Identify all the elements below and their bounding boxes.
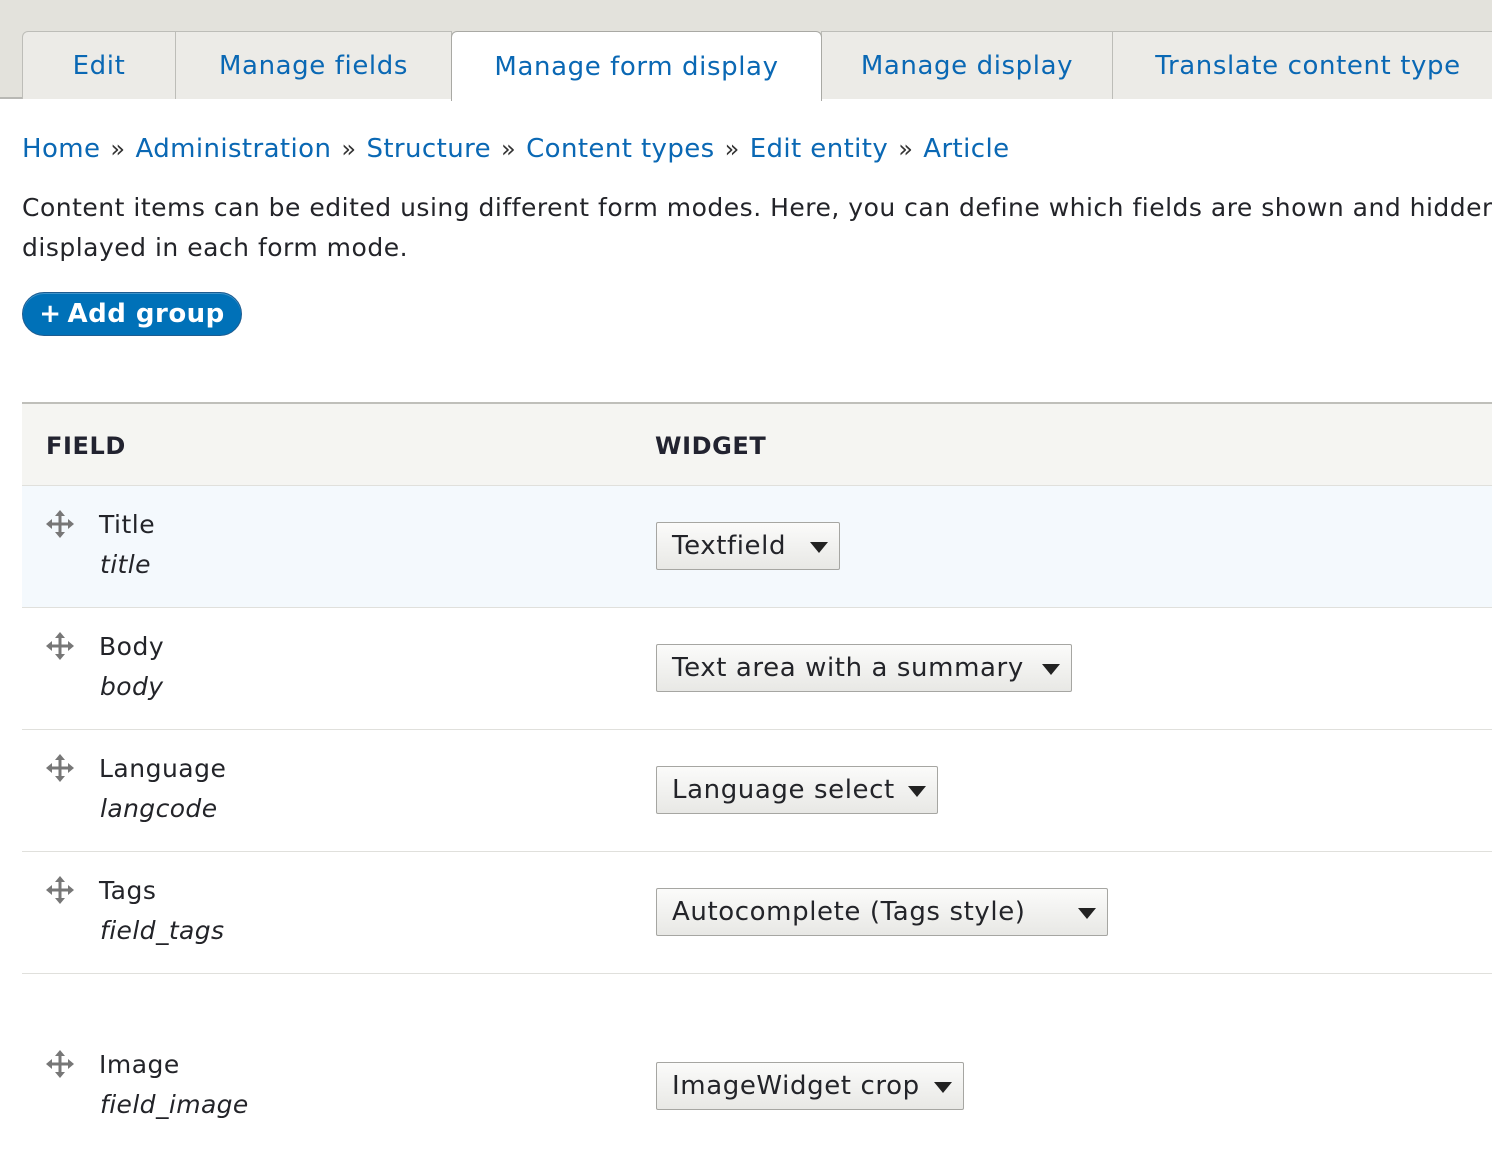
table-row: Body body Text area with a summary [22, 608, 1492, 730]
caret-down-icon [810, 542, 828, 553]
widget-select-value: Language select [672, 775, 895, 805]
drag-handle-icon[interactable] [46, 754, 74, 782]
field-display-table: FIELD WIDGET Title title Textfield Body … [22, 402, 1492, 1164]
drag-handle-icon[interactable] [46, 510, 74, 538]
breadcrumb-edit-entity[interactable]: Edit entity [750, 134, 889, 164]
breadcrumb-article[interactable]: Article [923, 134, 1009, 164]
drag-handle-icon[interactable] [46, 876, 74, 904]
description-line-1: Content items can be edited using differ… [22, 193, 1492, 222]
breadcrumb: Home » Administration » Structure » Content ty… [22, 134, 1010, 164]
breadcrumb-structure[interactable]: Structure [366, 134, 491, 164]
field-label: Title [99, 510, 156, 539]
widget-select-value: Autocomplete (Tags style) [672, 897, 1026, 927]
page-description: Content items can be edited using differ… [22, 188, 1492, 268]
widget-select[interactable]: ImageWidget crop [656, 1062, 964, 1110]
table-row: Language langcode Language select [22, 730, 1492, 852]
description-line-2: displayed in each form mode. [22, 233, 409, 262]
tab-manage-fields[interactable]: Manage fields [175, 31, 452, 99]
field-machine-name: langcode [100, 794, 218, 823]
caret-down-icon [908, 786, 926, 797]
breadcrumb-separator: » [501, 135, 517, 163]
field-label: Body [99, 632, 165, 661]
caret-down-icon [1042, 664, 1060, 675]
widget-select[interactable]: Textfield [656, 522, 840, 570]
widget-select[interactable]: Autocomplete (Tags style) [656, 888, 1108, 936]
breadcrumb-separator: » [341, 135, 357, 163]
field-label: Tags [99, 876, 157, 905]
drag-handle-icon[interactable] [46, 632, 74, 660]
caret-down-icon [1078, 908, 1096, 919]
breadcrumb-separator: » [724, 135, 740, 163]
field-label: Image [99, 1050, 180, 1079]
table-row: Tags field_tags Autocomplete (Tags style… [22, 852, 1492, 974]
breadcrumb-separator: » [898, 135, 914, 163]
plus-icon: + [39, 299, 62, 329]
tab-edit[interactable]: Edit [22, 31, 176, 99]
add-group-button[interactable]: + Add group [22, 292, 242, 336]
widget-select[interactable]: Text area with a summary [656, 644, 1072, 692]
column-header-widget: WIDGET [655, 432, 767, 460]
widget-select[interactable]: Language select [656, 766, 938, 814]
breadcrumb-content-types[interactable]: Content types [526, 134, 715, 164]
tab-manage-display[interactable]: Manage display [821, 31, 1113, 99]
widget-select-value: Text area with a summary [672, 653, 1024, 683]
primary-tabs: Edit Manage fields Manage form display M… [0, 0, 1492, 101]
tab-manage-form-display[interactable]: Manage form display [451, 31, 822, 101]
widget-select-value: Textfield [672, 531, 787, 561]
column-header-field: FIELD [46, 432, 126, 460]
caret-down-icon [934, 1082, 952, 1093]
breadcrumb-home[interactable]: Home [22, 134, 100, 164]
table-header: FIELD WIDGET [22, 402, 1492, 486]
field-machine-name: body [100, 672, 164, 701]
field-machine-name: field_tags [100, 916, 225, 945]
tab-translate-content-type[interactable]: Translate content type [1112, 31, 1492, 99]
drag-handle-icon[interactable] [46, 1050, 74, 1078]
table-row: Title title Textfield [22, 486, 1492, 608]
field-machine-name: field_image [100, 1090, 249, 1119]
field-label: Language [99, 754, 227, 783]
add-group-label: Add group [67, 299, 225, 329]
table-row: Image field_image ImageWidget crop [22, 974, 1492, 1164]
widget-select-value: ImageWidget crop [672, 1071, 920, 1101]
field-machine-name: title [100, 550, 151, 579]
breadcrumb-separator: » [110, 135, 126, 163]
breadcrumb-administration[interactable]: Administration [135, 134, 331, 164]
